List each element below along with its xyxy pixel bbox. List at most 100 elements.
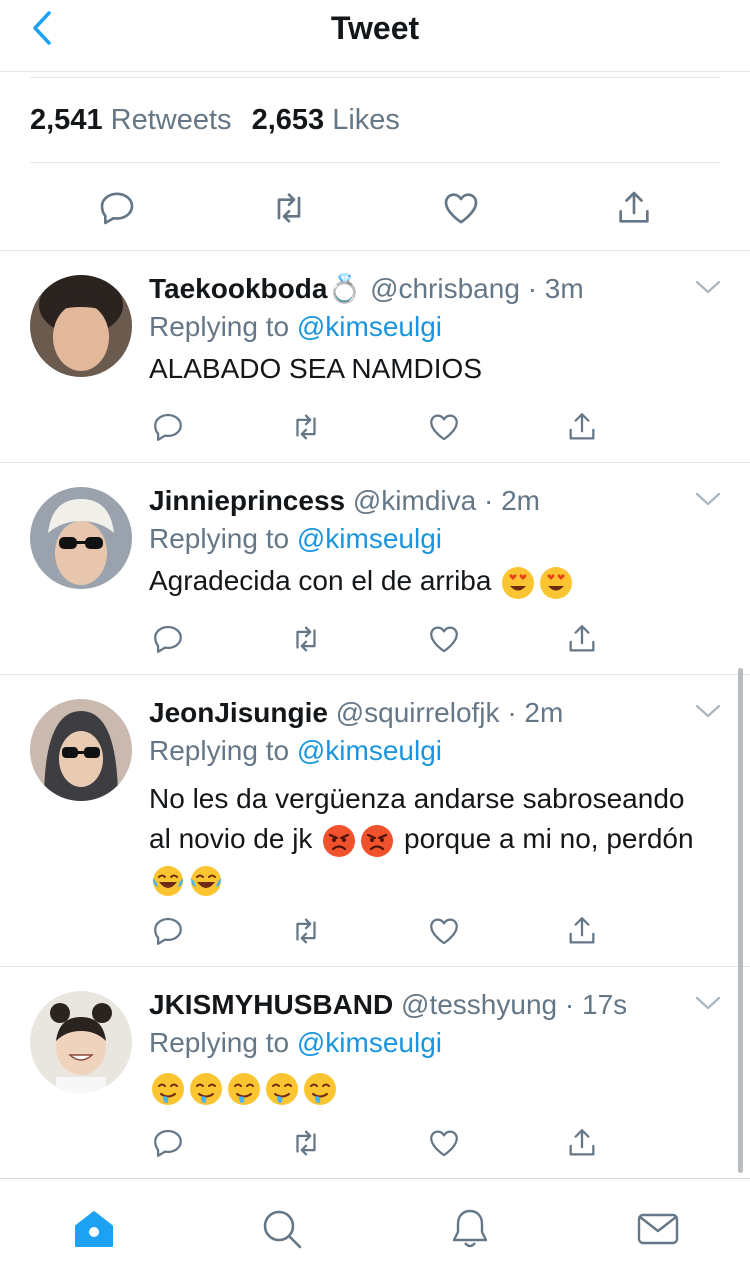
share-button[interactable] [564, 409, 600, 445]
share-button[interactable] [564, 913, 600, 949]
retweet-icon [269, 188, 309, 228]
display-name[interactable]: Taekookboda💍 [149, 273, 362, 304]
tweet-text: Agradecida con el de arriba [149, 561, 710, 601]
reply-button[interactable] [150, 913, 186, 949]
retweets-count[interactable]: 2,541 [30, 104, 103, 136]
heart-eyes-emoji-icon [539, 566, 573, 600]
reply-button[interactable] [150, 621, 186, 657]
bottom-tab-bar [0, 1178, 750, 1277]
reply-header: JKISMYHUSBAND @tesshyung · 17s [149, 987, 710, 1023]
reply-button[interactable] [150, 1125, 186, 1161]
reply-icon [151, 914, 185, 948]
tweet-text: No les da vergüenza andarse sabroseando … [149, 779, 710, 899]
chevron-down-icon[interactable] [694, 701, 722, 721]
divider [30, 162, 720, 163]
divider [30, 77, 720, 78]
drooling-emoji-icon [189, 1072, 223, 1106]
replying-to: Replying to @kimseulgi [149, 519, 710, 559]
mention-link[interactable]: @kimseulgi [297, 311, 442, 342]
display-name[interactable]: JKISMYHUSBAND [149, 989, 393, 1020]
mention-link[interactable]: @kimseulgi [297, 735, 442, 766]
reply-icon [151, 1126, 185, 1160]
tweet-action-bar [0, 186, 750, 230]
username[interactable]: @squirrelofjk [336, 697, 500, 728]
reply-action-bar [150, 621, 610, 657]
share-button[interactable] [564, 621, 600, 657]
like-button[interactable] [439, 186, 483, 230]
like-icon [427, 1126, 461, 1160]
likes-label[interactable]: Likes [332, 104, 400, 136]
search-icon [263, 1210, 302, 1249]
reply-action-bar [150, 913, 610, 949]
display-name[interactable]: JeonJisungie [149, 697, 328, 728]
tab-search[interactable] [258, 1205, 306, 1253]
timestamp: · 3m [527, 273, 584, 304]
retweets-label[interactable]: Retweets [111, 104, 232, 136]
replying-to-label: Replying to [149, 735, 290, 766]
username[interactable]: @kimdiva [353, 485, 476, 516]
retweet-button[interactable] [288, 913, 324, 949]
replying-to: Replying to @kimseulgi [149, 307, 710, 347]
drooling-emoji-icon [265, 1072, 299, 1106]
tweet-text-content: porque a mi no, perdón [404, 823, 694, 854]
notifications-icon [452, 1209, 488, 1248]
tab-notifications[interactable] [446, 1205, 494, 1253]
nav-header: Tweet [0, 0, 750, 72]
avatar[interactable] [30, 699, 132, 801]
like-button[interactable] [426, 409, 462, 445]
timestamp: · 2m [507, 697, 564, 728]
reply-icon [151, 622, 185, 656]
avatar[interactable] [30, 487, 132, 589]
reply-header: Taekookboda💍 @chrisbang · 3m [149, 271, 710, 307]
like-icon [427, 622, 461, 656]
display-name[interactable]: Jinnieprincess [149, 485, 345, 516]
username[interactable]: @tesshyung [401, 989, 557, 1020]
replying-to: Replying to @kimseulgi [149, 731, 710, 771]
timestamp: · 17s [564, 989, 628, 1020]
heart-eyes-emoji-icon [501, 566, 535, 600]
tweet-text-content: Agradecida con el de arriba [149, 565, 492, 596]
chevron-down-icon[interactable] [694, 489, 722, 509]
reply-icon [97, 188, 137, 228]
avatar[interactable] [30, 275, 132, 377]
retweet-icon [289, 1126, 323, 1160]
retweet-button[interactable] [288, 1125, 324, 1161]
replying-to-label: Replying to [149, 1027, 290, 1058]
retweet-button[interactable] [267, 186, 311, 230]
retweet-icon [289, 622, 323, 656]
tears-of-joy-emoji-icon [151, 864, 185, 898]
share-icon [614, 188, 654, 228]
reply-tweet[interactable]: JeonJisungie @squirrelofjk · 2m Replying… [0, 675, 750, 967]
avatar[interactable] [30, 991, 132, 1093]
share-button[interactable] [564, 1125, 600, 1161]
reply-tweet[interactable]: JKISMYHUSBAND @tesshyung · 17s Replying … [0, 967, 750, 1179]
drooling-emoji-icon [151, 1072, 185, 1106]
mention-link[interactable]: @kimseulgi [297, 523, 442, 554]
retweet-button[interactable] [288, 621, 324, 657]
share-icon [565, 622, 599, 656]
timestamp: · 2m [484, 485, 540, 516]
retweet-button[interactable] [288, 409, 324, 445]
username[interactable]: @chrisbang [370, 273, 520, 304]
replying-to-label: Replying to [149, 311, 290, 342]
reply-header: Jinnieprincess @kimdiva · 2m [149, 483, 710, 519]
tweet-text: ALABADO SEA NAMDIOS [149, 353, 482, 384]
angry-emoji-icon [360, 824, 394, 858]
reply-action-bar [150, 1125, 610, 1161]
mention-link[interactable]: @kimseulgi [297, 1027, 442, 1058]
share-icon [565, 1126, 599, 1160]
likes-count[interactable]: 2,653 [252, 104, 325, 136]
chevron-down-icon[interactable] [694, 277, 722, 297]
like-button[interactable] [426, 913, 462, 949]
reply-tweet[interactable]: Taekookboda💍 @chrisbang · 3m Replying to… [0, 251, 750, 463]
tab-messages[interactable] [634, 1205, 682, 1253]
reply-tweet[interactable]: Jinnieprincess @kimdiva · 2m Replying to… [0, 463, 750, 675]
like-button[interactable] [426, 621, 462, 657]
reply-button[interactable] [95, 186, 139, 230]
reply-button[interactable] [150, 409, 186, 445]
chevron-down-icon[interactable] [694, 993, 722, 1013]
tab-home[interactable] [70, 1205, 118, 1253]
like-button[interactable] [426, 1125, 462, 1161]
scrollbar[interactable] [738, 668, 743, 1173]
share-button[interactable] [612, 186, 656, 230]
